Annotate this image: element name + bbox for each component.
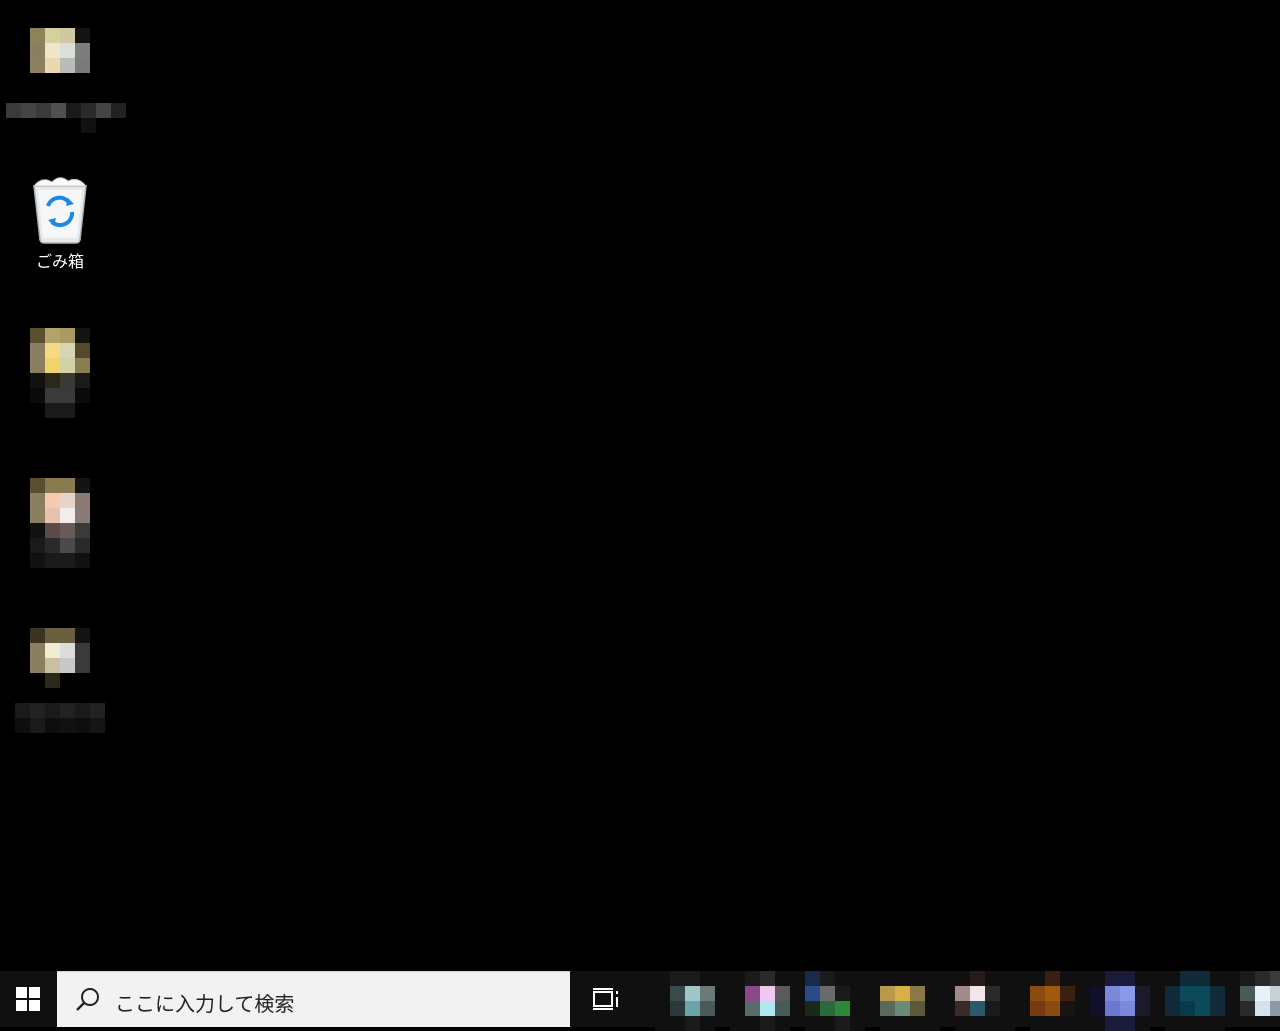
desktop-icon-4-image <box>30 478 90 568</box>
search-box[interactable]: ここに入力して検索 <box>57 971 570 1027</box>
taskbar: ここに入力して検索 <box>0 971 1280 1031</box>
app-5-icon <box>955 971 1015 1031</box>
desktop-icon-3-image <box>30 328 90 418</box>
desktop-icon-5-label <box>15 703 105 733</box>
desktop-icon-1[interactable] <box>0 28 126 138</box>
app-3-icon <box>805 971 865 1031</box>
search-placeholder: ここに入力して検索 <box>115 992 295 1016</box>
windows-logo-icon <box>16 987 40 1011</box>
desktop: ごみ箱 <box>0 0 1280 971</box>
app-2-icon <box>730 971 790 1031</box>
start-button[interactable] <box>0 971 56 1027</box>
app-9-icon <box>1240 971 1280 1027</box>
app-7-icon <box>1090 971 1150 1031</box>
taskbar-app-3[interactable] <box>805 971 865 1031</box>
taskbar-app-7[interactable] <box>1090 971 1150 1031</box>
taskbar-app-9[interactable] <box>1240 971 1280 1027</box>
desktop-icon-1-image <box>30 28 90 73</box>
taskbar-app-8[interactable] <box>1165 971 1225 1031</box>
search-icon <box>76 988 99 1011</box>
app-4-icon <box>880 971 940 1031</box>
desktop-icon-1-label <box>6 103 126 133</box>
recycle-bin-icon-item[interactable]: ごみ箱 <box>0 176 120 276</box>
task-view-icon <box>593 988 618 1010</box>
recycle-bin-label: ごみ箱 <box>35 252 84 271</box>
taskbar-app-2[interactable] <box>730 971 790 1031</box>
desktop-icon-5[interactable] <box>0 628 120 738</box>
recycle-bin-icon <box>32 177 88 244</box>
taskbar-app-4[interactable] <box>880 971 940 1031</box>
desktop-icon-5-image <box>30 628 90 688</box>
taskbar-app-1[interactable] <box>655 971 715 1031</box>
task-view-button[interactable] <box>582 971 630 1027</box>
app-1-icon <box>655 971 715 1031</box>
app-8-icon <box>1165 971 1225 1031</box>
desktop-icon-3[interactable] <box>0 328 120 438</box>
taskbar-app-5[interactable] <box>955 971 1015 1031</box>
taskbar-app-6[interactable] <box>1030 971 1090 1031</box>
app-6-icon <box>1030 971 1090 1031</box>
desktop-icon-4[interactable] <box>0 478 120 588</box>
